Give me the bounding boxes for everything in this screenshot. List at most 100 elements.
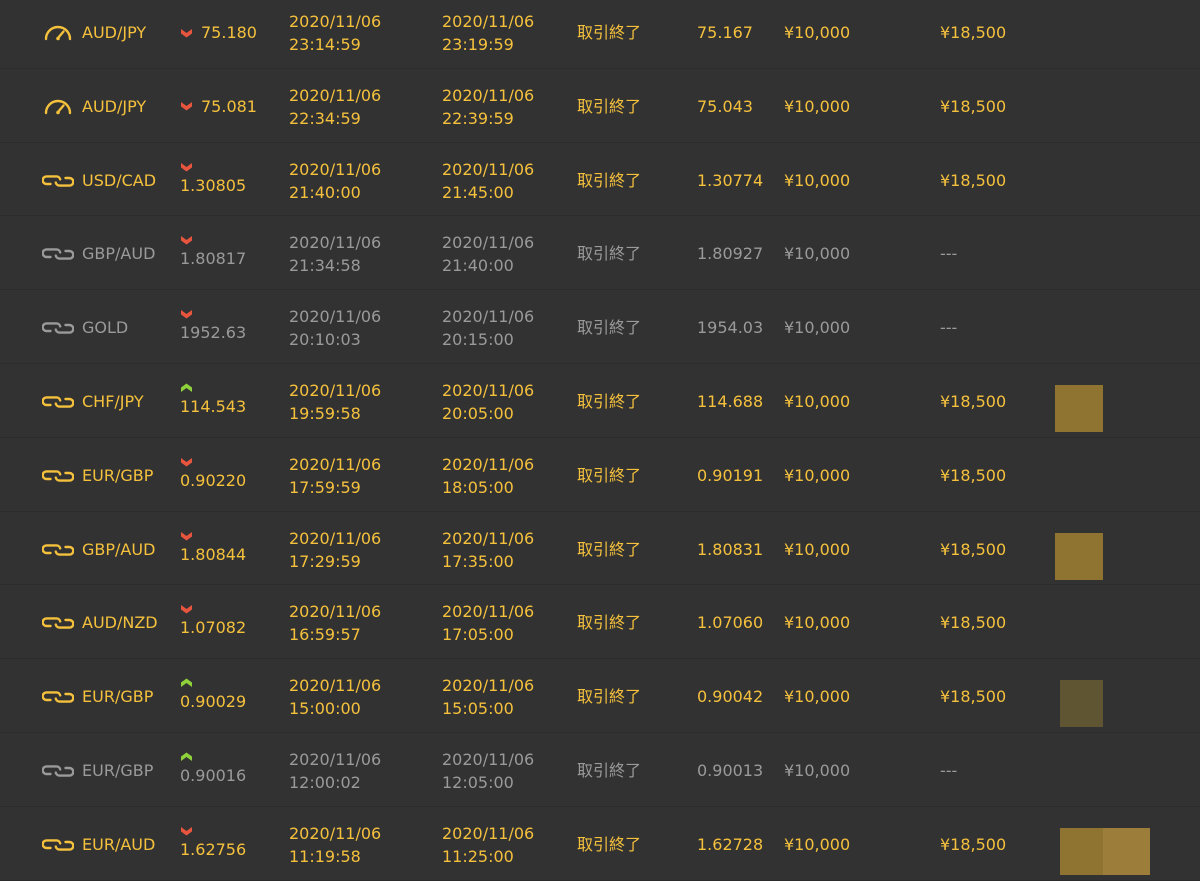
exit-rate: 1.07060 [697, 613, 764, 633]
exit-time-value: 17:35:00 [442, 551, 514, 571]
exit-time-value: 20:05:00 [442, 403, 514, 423]
exit-time: 2020/11/06 12:05:00 [442, 748, 534, 794]
entry-date-value: 2020/11/06 [289, 749, 382, 769]
currency-pair: AUD/JPY [82, 96, 147, 116]
table-row[interactable]: GOLD 1952.63 2020/11/06 20:10:03 2020/11… [0, 290, 1200, 364]
entry-rate: 1.80817 [180, 231, 246, 270]
exit-rate: 0.90191 [697, 465, 764, 485]
payout-amount: ¥18,500 [940, 613, 1007, 633]
exchange-icon [42, 391, 74, 413]
purchase-amount: ¥10,000 [784, 96, 851, 116]
payout-amount: ¥18,500 [940, 391, 1007, 411]
trade-status: 取引終了 [577, 834, 642, 854]
payout-amount: --- [940, 760, 958, 780]
arrow-down-icon [181, 28, 192, 37]
entry-date-value: 2020/11/06 [289, 307, 382, 327]
purchase-amount: ¥10,000 [784, 539, 851, 559]
payout-amount: ¥18,500 [940, 96, 1007, 116]
blurred-thumbnail [1103, 827, 1150, 875]
exit-time-value: 22:39:59 [442, 108, 514, 128]
entry-rate-value: 0.90029 [180, 692, 247, 712]
entry-rate-value: 1.62756 [180, 839, 247, 859]
exchange-icon [42, 170, 74, 192]
payout-amount: ¥18,500 [940, 687, 1007, 707]
entry-rate-value: 1.30805 [180, 175, 247, 195]
exchange-icon [42, 612, 74, 634]
table-row[interactable]: GBP/AUD 1.80817 2020/11/06 21:34:58 2020… [0, 216, 1200, 291]
purchase-amount: ¥10,000 [784, 687, 851, 707]
payout-amount: ¥18,500 [940, 465, 1007, 485]
table-row[interactable]: EUR/GBP 0.90220 2020/11/06 17:59:59 2020… [0, 438, 1200, 512]
exchange-icon [42, 543, 74, 556]
table-row[interactable]: AUD/NZD 1.07082 2020/11/06 16:59:57 2020… [0, 585, 1200, 660]
purchase-amount: ¥10,000 [784, 834, 851, 854]
table-row[interactable]: AUD/JPY 75.180 2020/11/06 23:14:59 2020/… [0, 0, 1200, 69]
entry-time-value: 11:19:58 [289, 846, 361, 866]
payout-amount: ¥18,500 [940, 23, 1007, 42]
payout-amount: --- [940, 244, 958, 264]
table-row[interactable]: CHF/JPY 114.543 2020/11/06 19:59:58 2020… [0, 364, 1200, 438]
table-row[interactable]: AUD/JPY 75.081 2020/11/06 22:34:59 2020/… [0, 69, 1200, 143]
table-row[interactable]: GBP/AUD 1.80844 2020/11/06 17:29:59 2020… [0, 512, 1200, 586]
payout-amount: --- [940, 318, 958, 338]
entry-time-value: 21:40:00 [289, 182, 361, 202]
entry-rate: 0.90029 [180, 674, 246, 713]
trade-status: 取引終了 [577, 613, 642, 633]
trade-status: 取引終了 [577, 539, 642, 559]
exchange-icon [42, 686, 74, 708]
exit-date-value: 2020/11/06 [442, 85, 535, 105]
purchase-amount: ¥10,000 [784, 318, 851, 338]
arrow-up-icon [181, 678, 192, 688]
exit-time: 2020/11/06 15:05:00 [442, 674, 534, 720]
table-row[interactable]: EUR/GBP 0.90016 2020/11/06 12:00:02 2020… [0, 733, 1200, 807]
exit-time: 2020/11/06 20:15:00 [442, 305, 534, 351]
exchange-icon [42, 469, 74, 482]
entry-time: 2020/11/06 23:14:59 [289, 10, 381, 56]
exit-date-value: 2020/11/06 [442, 159, 535, 179]
table-row[interactable]: EUR/AUD 1.62756 2020/11/06 11:19:58 2020… [0, 807, 1200, 881]
entry-time-value: 19:59:58 [289, 403, 361, 423]
exit-time-value: 20:15:00 [442, 330, 514, 350]
entry-time: 2020/11/06 21:40:00 [289, 158, 381, 204]
entry-time-value: 15:00:00 [289, 699, 361, 719]
currency-pair: GBP/AUD [82, 244, 156, 264]
exit-time-value: 15:05:00 [442, 699, 514, 719]
entry-rate: 1.30805 [180, 158, 246, 197]
exchange-icon [42, 248, 74, 261]
trade-status: 取引終了 [577, 391, 642, 411]
entry-rate-value: 0.90016 [180, 765, 247, 785]
purchase-amount: ¥10,000 [784, 465, 851, 485]
table-row[interactable]: USD/CAD 1.30805 2020/11/06 21:40:00 2020… [0, 143, 1200, 217]
trade-status: 取引終了 [577, 318, 642, 338]
exit-time-value: 18:05:00 [442, 477, 514, 497]
exit-rate: 1.80831 [697, 539, 764, 559]
currency-pair: EUR/AUD [82, 834, 156, 854]
trade-status: 取引終了 [577, 23, 642, 42]
exit-time-value: 21:45:00 [442, 182, 514, 202]
exchange-icon [42, 617, 74, 630]
exit-time: 2020/11/06 17:05:00 [442, 600, 534, 646]
payout-amount: ¥18,500 [940, 539, 1007, 559]
purchase-amount: ¥10,000 [784, 760, 851, 780]
exit-date-value: 2020/11/06 [442, 12, 535, 31]
table-row[interactable]: EUR/GBP 0.90029 2020/11/06 15:00:00 2020… [0, 659, 1200, 733]
exit-time: 2020/11/06 22:39:59 [442, 84, 534, 130]
exit-rate: 1.30774 [697, 170, 764, 190]
exit-time: 2020/11/06 23:19:59 [442, 10, 534, 56]
entry-time: 2020/11/06 16:59:57 [289, 600, 381, 646]
purchase-amount: ¥10,000 [784, 613, 851, 633]
entry-date-value: 2020/11/06 [289, 676, 382, 696]
exchange-icon [42, 691, 74, 703]
arrow-up-icon [181, 752, 192, 761]
exchange-icon [42, 465, 74, 487]
exit-time-value: 12:05:00 [442, 772, 514, 792]
entry-rate: 1.07082 [180, 600, 246, 639]
entry-rate-value: 114.543 [180, 396, 247, 416]
exit-rate: 1.62728 [697, 834, 764, 854]
currency-pair: GOLD [82, 318, 129, 338]
trade-status: 取引終了 [577, 760, 642, 780]
arrow-down-icon [181, 531, 192, 541]
exit-rate: 75.043 [697, 96, 753, 116]
currency-pair: AUD/NZD [82, 613, 158, 633]
trade-status: 取引終了 [577, 687, 642, 707]
